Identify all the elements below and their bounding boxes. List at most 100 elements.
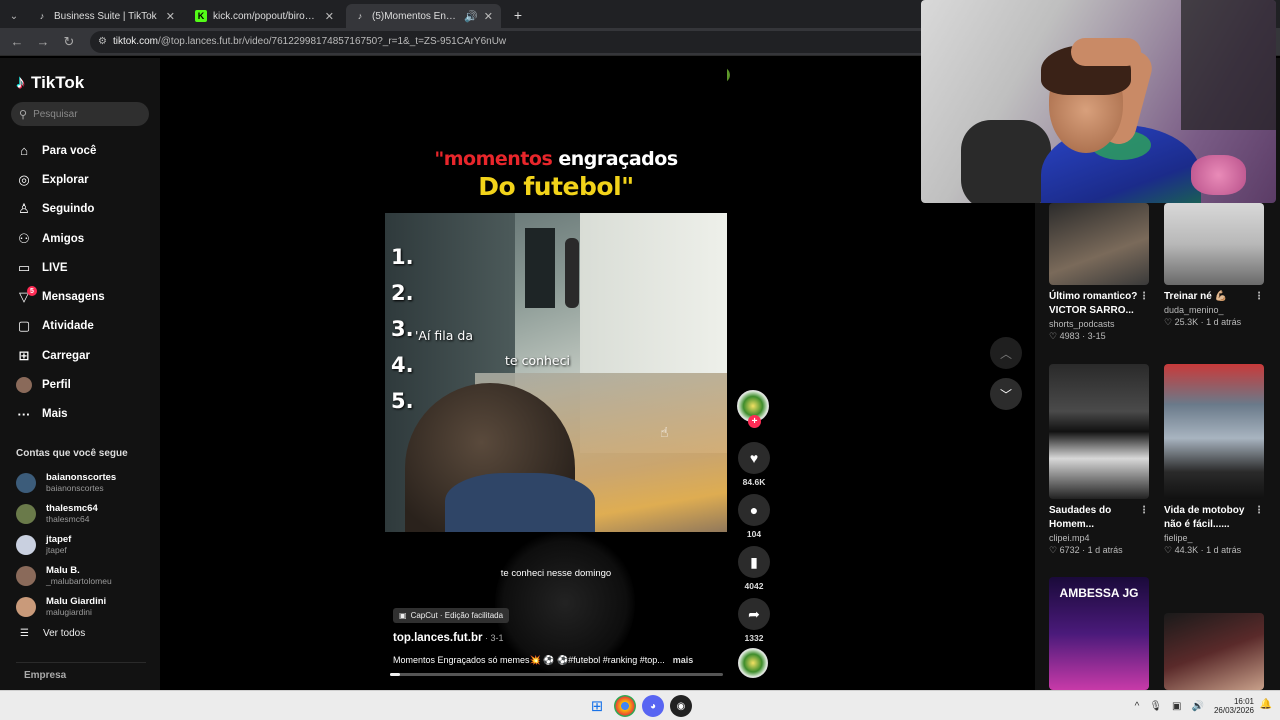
site-info-icon[interactable]: ⚙	[98, 36, 107, 47]
tab-kick-chat[interactable]: K kick.com/popout/biropjl/chat ✕	[187, 4, 342, 28]
webcam-overlay	[921, 0, 1276, 203]
capcut-label: CapCut · Edição facilitada	[410, 611, 504, 620]
sidebar-item-label: Amigos	[42, 232, 85, 245]
tab-momentos[interactable]: ♪ (5)Momentos Engraçados d 🔊 ✕	[346, 4, 501, 28]
sidebar-item-label: Seguindo	[42, 203, 95, 216]
like-button[interactable]: ♥ 84.6K	[738, 442, 770, 487]
title-word-white: engraçados	[552, 148, 678, 170]
save-button[interactable]: ▮ 4042	[738, 546, 770, 591]
discord-icon[interactable]: ◕	[642, 695, 664, 717]
compass-icon: ◎	[18, 171, 30, 187]
sidebar-item-mensagens[interactable]: ▽ 5 Mensagens	[0, 282, 160, 311]
recommended-card[interactable]: Treinar né 💪🏼 ⋮ duda_menino_ ♡ 25.3K · 1 …	[1164, 203, 1264, 328]
new-tab-button[interactable]: +	[507, 4, 529, 26]
video-author[interactable]: top.lances.fut.br · 3-1	[393, 632, 503, 644]
kebab-icon[interactable]: ⋮	[1254, 504, 1264, 518]
url-path: /@top.lances.fut.br/video/76122998174857…	[157, 36, 507, 47]
obs-icon[interactable]: ◉	[670, 695, 692, 717]
following-account[interactable]: jtapef jtapef	[16, 529, 151, 560]
recommended-card[interactable]: AMBESSA JG	[1049, 577, 1149, 690]
video-caption: te conheci	[505, 353, 570, 368]
author-name: top.lances.fut.br	[393, 632, 483, 644]
forward-icon[interactable]: →	[32, 31, 54, 53]
screen: ⌄ ♪ Business Suite | TikTok ✕ K kick.com…	[0, 0, 1280, 720]
recommended-card[interactable]: Saudades do ⋮ Homem... clipei.mp4 ♡ 6732 …	[1049, 364, 1149, 556]
account-handle: baianonscortes	[46, 482, 104, 493]
address-bar[interactable]: ⚙ tiktok.com/@top.lances.fut.br/video/76…	[90, 30, 950, 53]
reload-icon[interactable]: ↻	[58, 31, 80, 53]
tab-title: kick.com/popout/biropjl/chat	[213, 10, 319, 22]
footer-empresa-link[interactable]: Empresa	[24, 670, 66, 681]
sidebar-item-live[interactable]: ▭ LIVE	[0, 253, 160, 282]
follow-plus-icon[interactable]: +	[748, 415, 761, 428]
card-meta: ♡ 44.3K · 1 d atrás	[1164, 545, 1242, 555]
messages-badge: 5	[27, 286, 37, 297]
sidebar-item-explorar[interactable]: ◎ Explorar	[0, 165, 160, 194]
back-icon[interactable]: ←	[6, 31, 28, 53]
clock[interactable]: 16:01 26/03/2026	[1214, 697, 1254, 715]
chrome-icon[interactable]	[614, 695, 636, 717]
more-link[interactable]: mais	[673, 655, 694, 666]
recommended-card[interactable]: Vida de motoboy ⋮ não é fácil...... fieli…	[1164, 364, 1264, 556]
video-thumbnail	[1164, 203, 1264, 285]
profile-icon	[16, 377, 32, 394]
windows-start-icon[interactable]: ⊞	[586, 695, 608, 717]
microphone-icon[interactable]: 🎙	[1149, 701, 1162, 712]
sidebar-item-perfil[interactable]: Perfil	[0, 370, 160, 399]
like-count: 84.6K	[742, 477, 766, 487]
capcut-badge[interactable]: ▣ CapCut · Edição facilitada	[393, 608, 510, 623]
card-author: shorts_podcasts	[1049, 319, 1115, 329]
video-player[interactable]: "momentos engraçados Do futebol" 1. 2. 3…	[385, 58, 727, 690]
previous-video-button[interactable]: ︿	[990, 337, 1022, 369]
tab-search-icon[interactable]: ⌄	[4, 4, 24, 28]
following-account[interactable]: thalesmc64 thalesmc64	[16, 498, 151, 529]
see-all-link[interactable]: ☰ Ver todos	[20, 628, 85, 639]
sidebar-item-seguindo[interactable]: ♙ Seguindo	[0, 195, 160, 224]
card-title-2: não é fácil......	[1164, 519, 1230, 530]
bookmark-icon: ▮	[738, 546, 770, 578]
video-feed: 🔈 ··· "momentos engraçados Do futebol" 1…	[160, 58, 1030, 690]
card-author: duda_menino_	[1164, 305, 1224, 315]
chevron-up-icon[interactable]: ^	[1135, 701, 1140, 712]
close-icon[interactable]: ✕	[166, 10, 175, 23]
rank-number: 1.	[391, 245, 414, 269]
tiktok-logo[interactable]: ♪ TikTok	[16, 72, 84, 93]
search-box[interactable]: ⚲	[11, 102, 149, 126]
video-progress-bar[interactable]	[390, 673, 723, 676]
next-video-button[interactable]: ﹀	[990, 378, 1022, 410]
sidebar-item-carregar[interactable]: ⊞ Carregar	[0, 341, 160, 370]
account-name: thalesmc64	[46, 502, 98, 514]
video-frame: 1. 2. 3. 4. 5. 'Aí fila da te conheci	[385, 213, 727, 532]
network-icon[interactable]: ▣	[1172, 701, 1181, 712]
kebab-icon[interactable]: ⋮	[1254, 290, 1264, 304]
video-thumbnail: AMBESSA JG	[1049, 577, 1149, 690]
following-account[interactable]: Malu B. _malubartolomeu	[16, 560, 151, 591]
sidebar-item-amigos[interactable]: ⚇ Amigos	[0, 224, 160, 253]
speaker-icon[interactable]: 🔊	[1192, 701, 1204, 712]
following-account[interactable]: baianonscortes baianonscortes	[16, 467, 151, 498]
card-title: Vida de motoboy	[1164, 505, 1245, 516]
kebab-icon[interactable]: ⋮	[1139, 290, 1149, 304]
search-input[interactable]	[33, 108, 134, 120]
card-title: Saudades do	[1049, 505, 1112, 516]
close-icon[interactable]: ✕	[484, 10, 493, 23]
sidebar-item-mais[interactable]: ··· Mais	[0, 400, 160, 429]
close-icon[interactable]: ✕	[325, 10, 334, 23]
account-name: baianonscortes	[46, 471, 117, 483]
tab-business-suite[interactable]: ♪ Business Suite | TikTok ✕	[28, 4, 183, 28]
scene-shirt	[445, 473, 595, 532]
kebab-icon[interactable]: ⋮	[1139, 504, 1149, 518]
music-disc-icon[interactable]	[738, 648, 768, 678]
sidebar-item-para-voce[interactable]: ⌂ Para você	[0, 136, 160, 165]
recommended-card[interactable]	[1164, 613, 1264, 690]
notification-icon[interactable]: 🔔	[1260, 699, 1272, 710]
creator-avatar[interactable]: +	[737, 390, 769, 428]
recommended-card[interactable]: Último romantico? ⋮ VICTOR SARRO... short…	[1049, 203, 1149, 342]
speaker-icon[interactable]: 🔊	[464, 10, 478, 23]
sidebar-item-label: Para você	[42, 144, 97, 157]
following-account[interactable]: Malu Giardini malugiardini	[16, 591, 151, 622]
share-button[interactable]: ➦ 1332	[738, 598, 770, 643]
save-count: 4042	[744, 581, 764, 591]
sidebar-item-atividade[interactable]: ▢ Atividade	[0, 312, 160, 341]
comment-button[interactable]: ● 104	[738, 494, 770, 539]
